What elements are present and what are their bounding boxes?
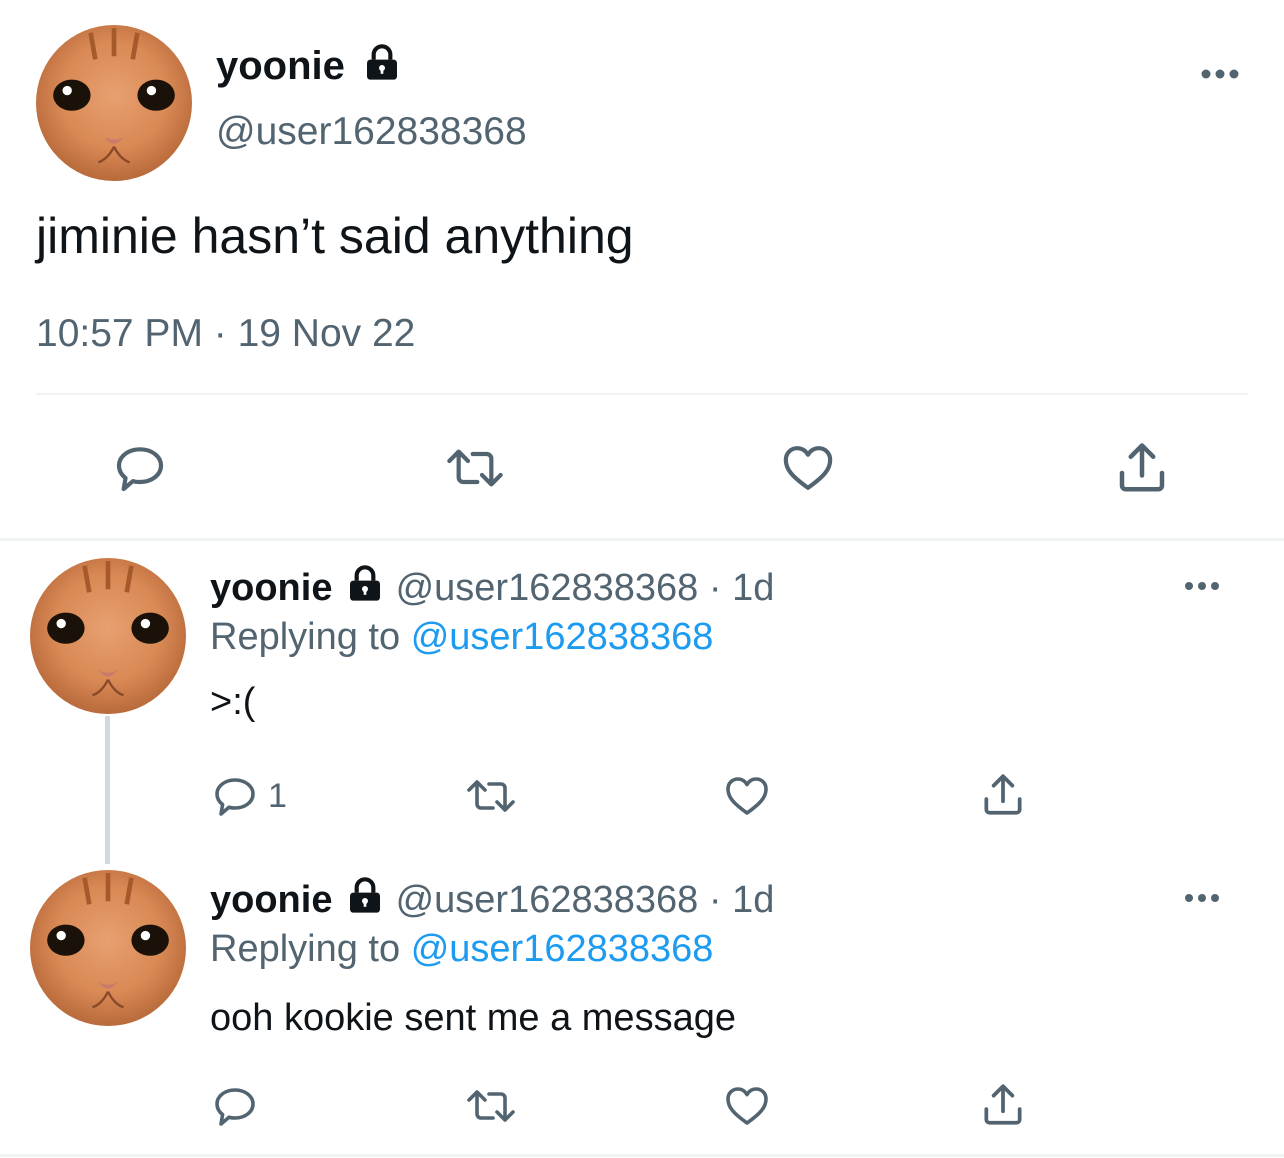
replying-to-label: Replying to bbox=[210, 616, 401, 658]
reply-button[interactable]: 1 bbox=[210, 772, 287, 820]
lock-icon bbox=[345, 876, 385, 928]
like-button[interactable] bbox=[722, 772, 772, 820]
display-name[interactable]: yoonie bbox=[216, 44, 345, 88]
tweet-text: jiminie hasn’t said anything bbox=[36, 208, 634, 264]
more-icon[interactable] bbox=[1182, 888, 1222, 913]
retweet-button[interactable] bbox=[440, 440, 510, 496]
share-icon bbox=[984, 1084, 1022, 1125]
like-button[interactable] bbox=[722, 1082, 772, 1130]
cat-face-icon bbox=[47, 561, 169, 697]
share-button[interactable] bbox=[978, 1080, 1028, 1130]
reply-icon bbox=[215, 1088, 255, 1126]
replying-to-label: Replying to bbox=[210, 928, 401, 970]
tweet-text: >:( bbox=[210, 681, 256, 723]
more-icon[interactable] bbox=[1198, 64, 1242, 89]
lock-icon bbox=[362, 43, 402, 94]
retweet-button[interactable] bbox=[462, 772, 520, 820]
avatar[interactable] bbox=[36, 25, 192, 181]
avatar[interactable] bbox=[30, 558, 186, 714]
like-icon bbox=[726, 1087, 768, 1125]
separator: · bbox=[708, 567, 722, 610]
share-icon bbox=[984, 774, 1022, 815]
like-button[interactable] bbox=[778, 440, 838, 496]
cat-face-icon bbox=[47, 873, 169, 1009]
bottom-divider bbox=[0, 1154, 1284, 1157]
handle[interactable]: @user162838368 bbox=[216, 108, 527, 156]
cat-face-icon bbox=[53, 28, 175, 164]
divider bbox=[36, 393, 1248, 395]
display-name[interactable]: yoonie bbox=[210, 879, 332, 921]
retweet-icon bbox=[447, 449, 503, 487]
lock-icon bbox=[345, 564, 385, 616]
share-icon bbox=[1119, 443, 1165, 492]
like-icon bbox=[726, 777, 768, 815]
like-icon bbox=[783, 446, 833, 490]
reply-icon bbox=[215, 778, 255, 816]
reply-button[interactable] bbox=[210, 1082, 260, 1130]
share-button[interactable] bbox=[978, 770, 1028, 820]
avatar[interactable] bbox=[30, 870, 186, 1026]
handle[interactable]: @user162838368 bbox=[396, 879, 699, 921]
tweet-age[interactable]: 1d bbox=[732, 879, 774, 921]
more-icon[interactable] bbox=[1182, 576, 1222, 601]
section-divider bbox=[0, 538, 1284, 541]
reply-count: 1 bbox=[268, 776, 287, 815]
handle[interactable]: @user162838368 bbox=[396, 567, 699, 609]
share-button[interactable] bbox=[1112, 438, 1172, 498]
display-name[interactable]: yoonie bbox=[210, 567, 332, 609]
tweet-text: ooh kookie sent me a message bbox=[210, 997, 736, 1039]
retweet-icon bbox=[467, 1090, 515, 1122]
reply-icon bbox=[116, 447, 164, 492]
replying-to-link[interactable]: @user162838368 bbox=[411, 928, 714, 970]
timestamp[interactable]: 10:57 PM · 19 Nov 22 bbox=[36, 310, 415, 358]
separator: · bbox=[708, 879, 722, 922]
tweet-age[interactable]: 1d bbox=[732, 567, 774, 609]
retweet-icon bbox=[467, 780, 515, 812]
retweet-button[interactable] bbox=[462, 1082, 520, 1130]
replying-to-link[interactable]: @user162838368 bbox=[411, 616, 714, 658]
thread-line bbox=[105, 716, 110, 864]
reply-button[interactable] bbox=[110, 440, 170, 496]
